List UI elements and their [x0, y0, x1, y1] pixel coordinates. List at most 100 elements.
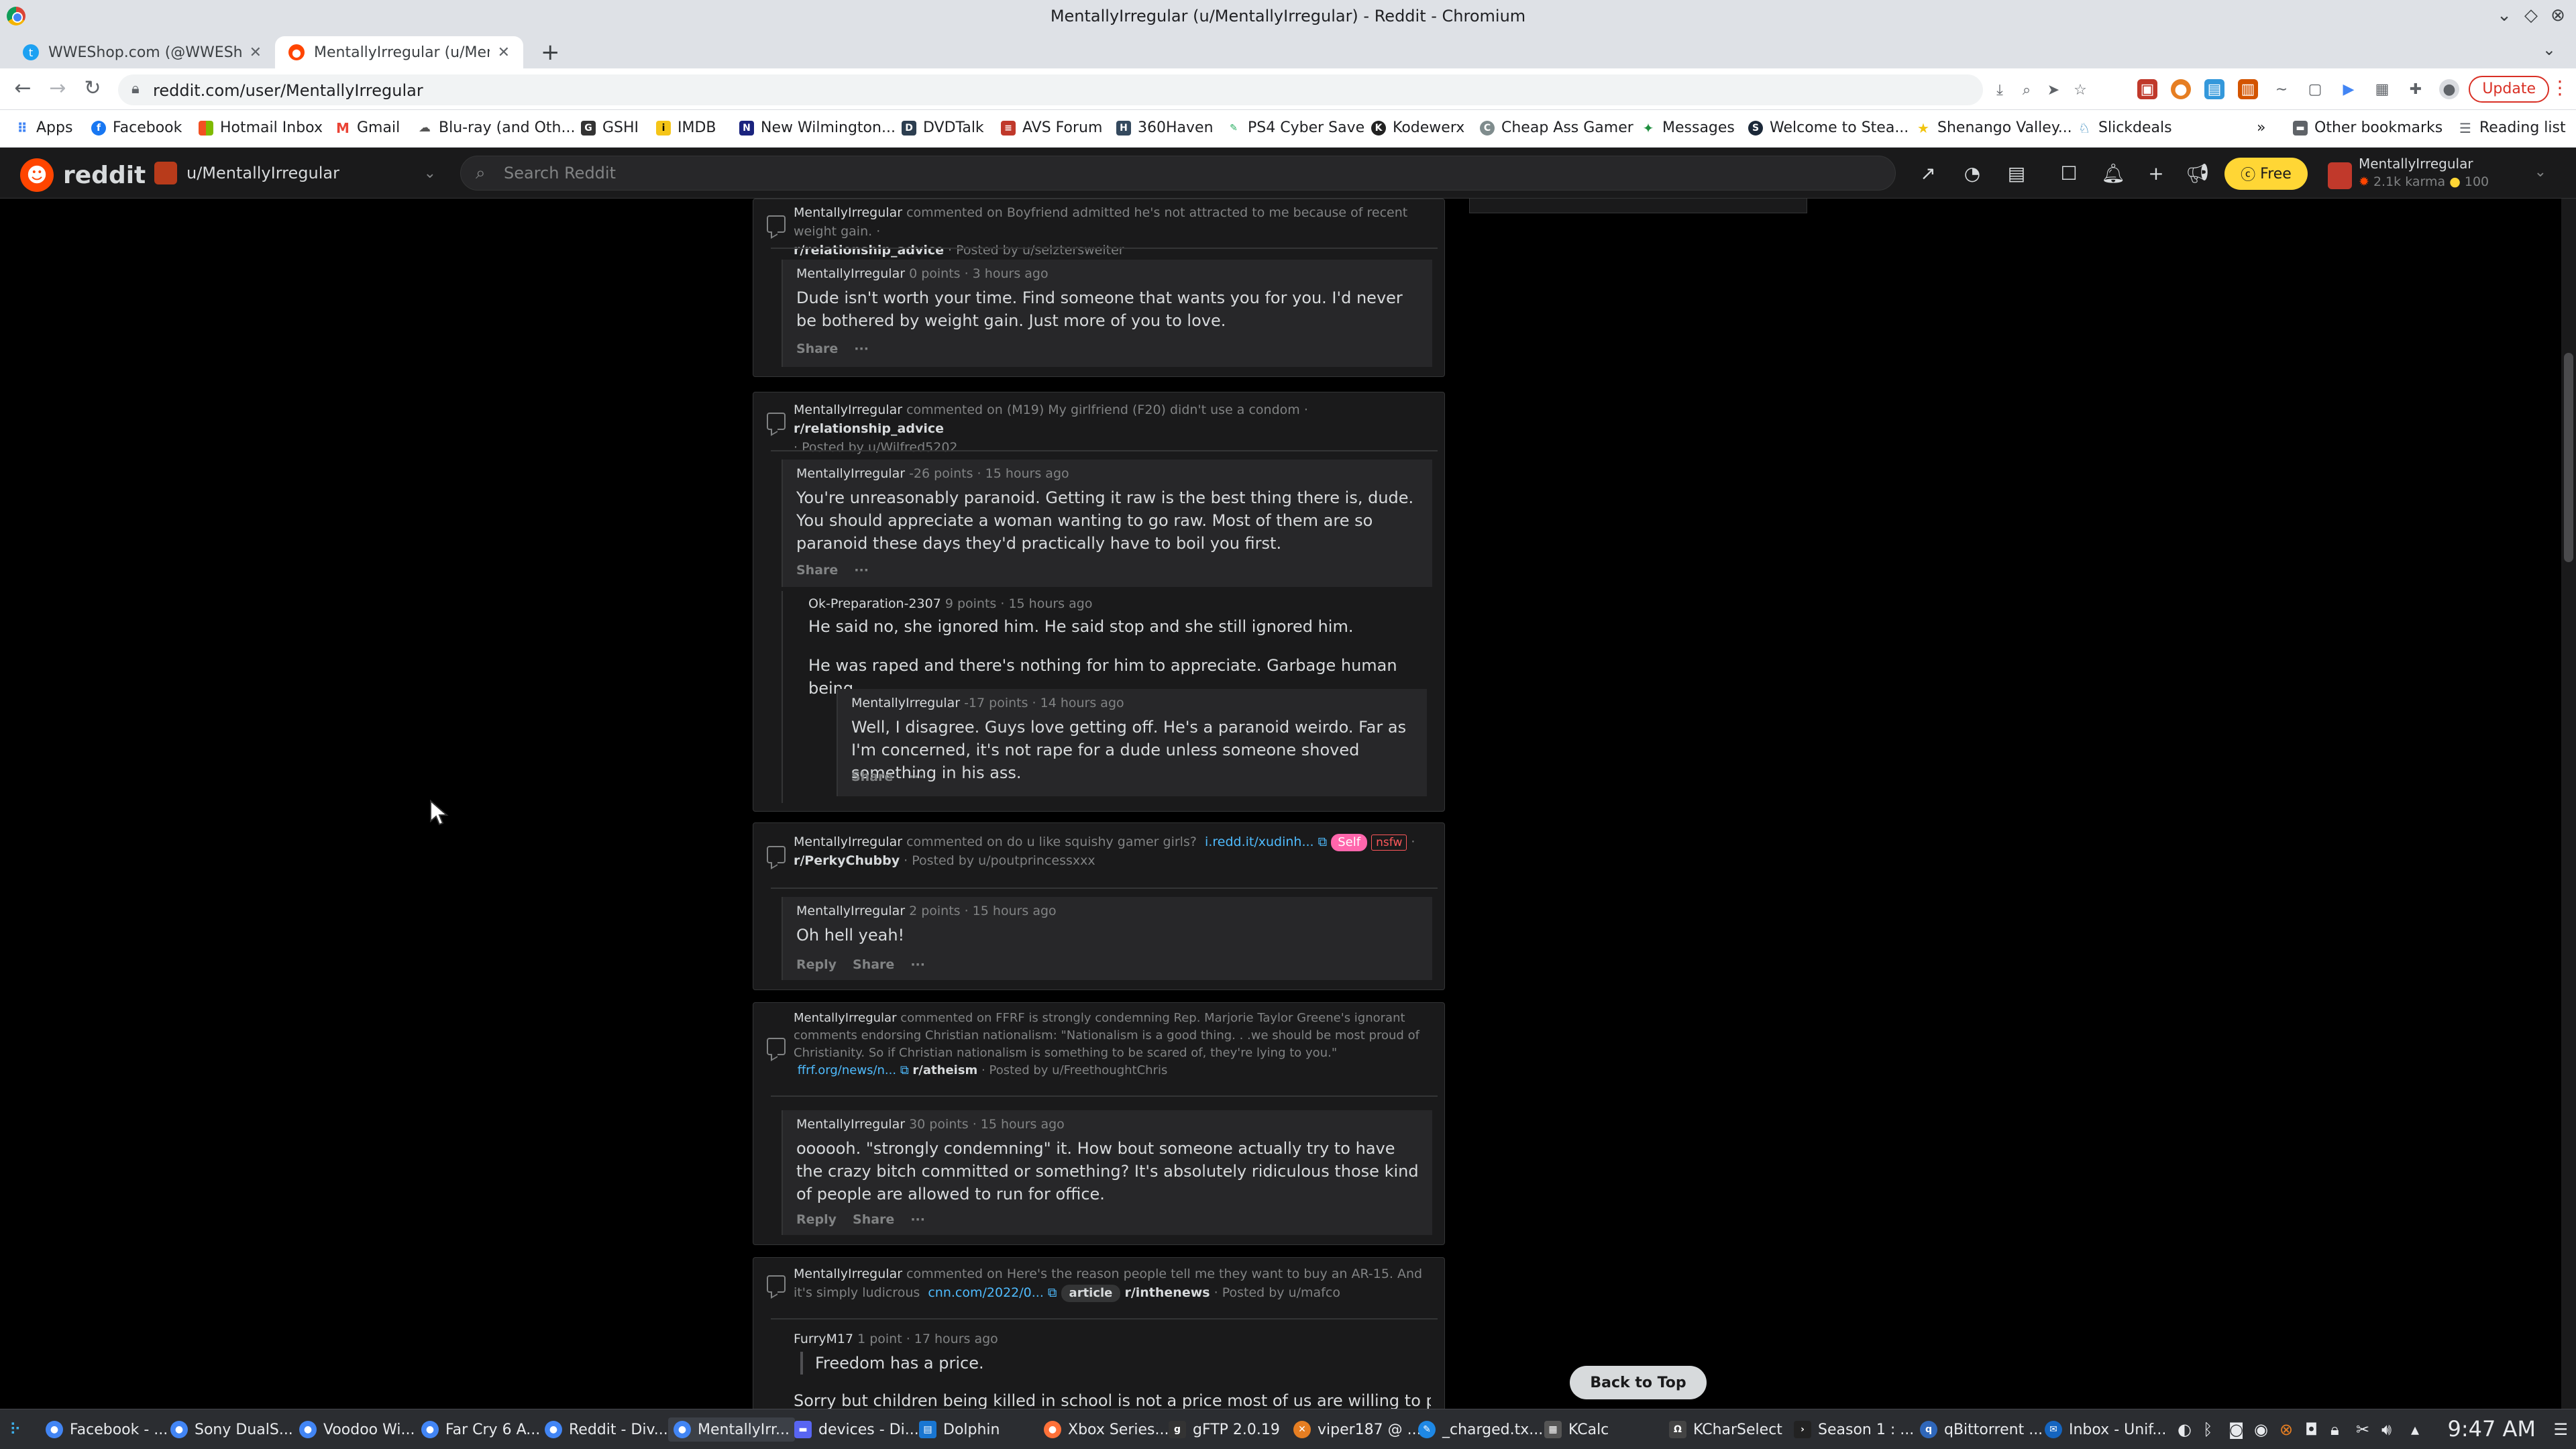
bookmark-reading-list[interactable]: ☰ Reading list	[2458, 119, 2566, 136]
comment-thread-card[interactable]: MentallyIrregular commented on Here's th…	[753, 1257, 1445, 1410]
taskbar-item[interactable]: ● Facebook - ...	[46, 1417, 168, 1442]
popular-arrow-icon[interactable]: ↗	[1916, 161, 1940, 185]
zoom-icon[interactable]: ⌕	[2017, 80, 2037, 100]
bookmark-360haven[interactable]: H 360Haven	[1116, 119, 1214, 136]
taskbar-item[interactable]: q qBittorrent ...	[1920, 1417, 2043, 1442]
address-bar[interactable]: 🔒︎ reddit.com/user/MentallyIrregular ⤓ ⌕…	[118, 74, 2087, 105]
bookmark-cheap-ass-gamer[interactable]: C Cheap Ass Gamer	[1480, 119, 1633, 136]
bookmark-dvdtalk[interactable]: D DVDTalk	[902, 119, 984, 136]
close-tab-icon[interactable]: ✕	[250, 44, 262, 61]
reddit-home-link[interactable]: ☻ reddit	[20, 158, 146, 192]
minimize-icon[interactable]: ⌄	[2493, 5, 2516, 25]
taskbar-item[interactable]: ● Far Cry 6 A...	[421, 1417, 540, 1442]
tray-icon[interactable]: ◐	[2178, 1420, 2192, 1439]
close-tab-icon[interactable]: ✕	[498, 44, 510, 61]
share-button[interactable]: Share	[796, 563, 838, 578]
comment-thread-card[interactable]: MentallyIrregular commented on Boyfriend…	[753, 199, 1445, 377]
notifications-bell-icon[interactable]: 🔔︎	[2101, 161, 2125, 185]
tray-icon[interactable]: ⊗	[2279, 1420, 2293, 1439]
new-tab-plus-icon[interactable]: +	[541, 39, 560, 66]
taskbar-item[interactable]: › Season 1 : ...	[1794, 1417, 1914, 1442]
rpan-icon[interactable]: ▤	[2004, 161, 2029, 185]
extension-icon[interactable]: ▣	[2137, 79, 2157, 99]
extension-icon[interactable]: ▢	[2305, 79, 2325, 99]
taskbar-item[interactable]: ▦ KCalc	[1544, 1417, 1609, 1442]
extension-icon[interactable]: ▦	[2372, 79, 2392, 99]
bookmark-apps[interactable]: ⠿ Apps	[15, 119, 72, 136]
share-button[interactable]: Share	[851, 769, 893, 784]
bookmark-star-icon[interactable]: ☆	[2070, 80, 2090, 100]
bookmark-bluray[interactable]: ☁ Blu-ray (and Oth...	[417, 119, 575, 136]
show-desktop-icon[interactable]: ☰	[2553, 1420, 2568, 1439]
back-to-top-button[interactable]: Back to Top	[1570, 1366, 1707, 1399]
search-box[interactable]: ⌕	[460, 156, 1896, 191]
extension-icon[interactable]: ▥	[2238, 79, 2258, 99]
create-post-plus-icon[interactable]: +	[2144, 161, 2168, 185]
tray-icon[interactable]: ✂	[2356, 1420, 2369, 1439]
discord-icon[interactable]: ◙	[2229, 1420, 2244, 1439]
more-options-icon[interactable]: ···	[854, 563, 869, 578]
share-button[interactable]: Share	[853, 957, 894, 972]
reply-button[interactable]: Reply	[796, 1212, 837, 1227]
advertise-megaphone-icon[interactable]: 📢︎	[2186, 161, 2210, 185]
share-button[interactable]: Share	[796, 341, 838, 356]
comment-thread-card[interactable]: MentallyIrregular commented on (M19) My …	[753, 392, 1445, 812]
bookmark-slickdeals[interactable]: ♘ Slickdeals	[2077, 119, 2172, 136]
taskbar-item[interactable]: ✉ Inbox - Unif...	[2045, 1417, 2166, 1442]
extension-icon[interactable]: ▤	[2204, 79, 2224, 99]
bookmark-avs-forum[interactable]: ≡ AVS Forum	[1001, 119, 1102, 136]
bookmark-gmail[interactable]: M Gmail	[335, 119, 400, 136]
reload-icon[interactable]: ↻	[79, 76, 106, 100]
search-input[interactable]	[504, 159, 1872, 187]
comment-thread-card[interactable]: MentallyIrregular commented on FFRF is s…	[753, 1002, 1445, 1245]
free-coins-button[interactable]: ⓒ Free	[2224, 158, 2308, 190]
more-options-icon[interactable]: ···	[909, 769, 924, 784]
close-window-icon[interactable]: ⊗	[2546, 5, 2569, 25]
all-stats-icon[interactable]: ◔	[1960, 161, 1984, 185]
taskbar-item[interactable]: ● Sony DualS...	[170, 1417, 293, 1442]
bookmark-facebook[interactable]: f Facebook	[91, 119, 182, 136]
lock-tray-icon[interactable]: 🔒︎	[2330, 1420, 2339, 1439]
network-icon[interactable]: ◘	[2305, 1420, 2318, 1439]
bookmark-new-wilmington[interactable]: N New Wilmington...	[739, 119, 896, 136]
cookie-extension-icon[interactable]: ●	[2171, 79, 2191, 99]
bookmark-hotmail[interactable]: Hotmail Inbox	[199, 119, 323, 136]
back-arrow-icon[interactable]: ←	[9, 76, 36, 100]
more-options-icon[interactable]: ···	[910, 1212, 925, 1227]
bookmark-ps4-cyber-save[interactable]: ✎ PS4 Cyber Save	[1226, 119, 1364, 136]
external-link[interactable]: i.redd.it/xudinh...	[1205, 835, 1314, 849]
external-link[interactable]: cnn.com/2022/0...	[928, 1285, 1044, 1300]
browser-menu-icon[interactable]: ⋮	[2551, 76, 2569, 99]
profile-avatar-icon[interactable]: ●	[2439, 79, 2459, 99]
bookmark-kodewerx[interactable]: K Kodewerx	[1371, 119, 1464, 136]
tray-expand-icon[interactable]: ▴	[2411, 1420, 2419, 1439]
bookmark-messages[interactable]: ✦ Messages	[1641, 119, 1735, 136]
taskbar-item[interactable]: ✕ viper187 @ ...	[1293, 1417, 1421, 1442]
page-scrollbar[interactable]	[2561, 199, 2576, 1409]
share-button[interactable]: Share	[853, 1212, 894, 1227]
bookmarks-overflow[interactable]: »	[2257, 119, 2265, 136]
taskbar-item-active[interactable]: ● MentallyIrr...	[668, 1417, 795, 1442]
send-icon[interactable]: ➤	[2043, 80, 2063, 100]
comment-thread-card[interactable]: MentallyIrregular commented on do u like…	[753, 822, 1445, 990]
bookmark-imdb[interactable]: i IMDB	[656, 119, 716, 136]
clock[interactable]: 9:47 AM	[2447, 1416, 2536, 1442]
extension-icon[interactable]: ∼	[2271, 79, 2292, 99]
maximize-icon[interactable]: ◇	[2520, 5, 2542, 25]
taskbar-item[interactable]: ✎ _charged.tx...	[1418, 1417, 1543, 1442]
taskbar-item[interactable]: ● Reddit - Div...	[545, 1417, 668, 1442]
reply-button[interactable]: Reply	[796, 957, 837, 972]
taskbar-item[interactable]: ● Voodoo Wi...	[299, 1417, 415, 1442]
tab-mentallyirregular[interactable]: ● MentallyIrregular (u/Mentall ✕	[275, 36, 523, 68]
community-selector[interactable]: u/MentallyIrregular ⌄	[154, 154, 436, 192]
install-app-icon[interactable]: ⤓	[1990, 80, 2010, 100]
external-link[interactable]: ffrf.org/news/n...	[798, 1063, 896, 1077]
chat-icon[interactable]: ☐	[2057, 161, 2081, 185]
bookmark-steam[interactable]: S Welcome to Stea...	[1748, 119, 1909, 136]
tab-search-chevron-icon[interactable]: ⌄	[2542, 40, 2556, 59]
extensions-puzzle-icon[interactable]: ✚	[2406, 79, 2426, 99]
bluetooth-icon[interactable]: ᛒ	[2203, 1420, 2212, 1439]
taskbar-item[interactable]: ● Xbox Series...	[1044, 1417, 1169, 1442]
bookmark-shenango-valley[interactable]: ★ Shenango Valley...	[1916, 119, 2072, 136]
more-options-icon[interactable]: ···	[854, 341, 869, 356]
